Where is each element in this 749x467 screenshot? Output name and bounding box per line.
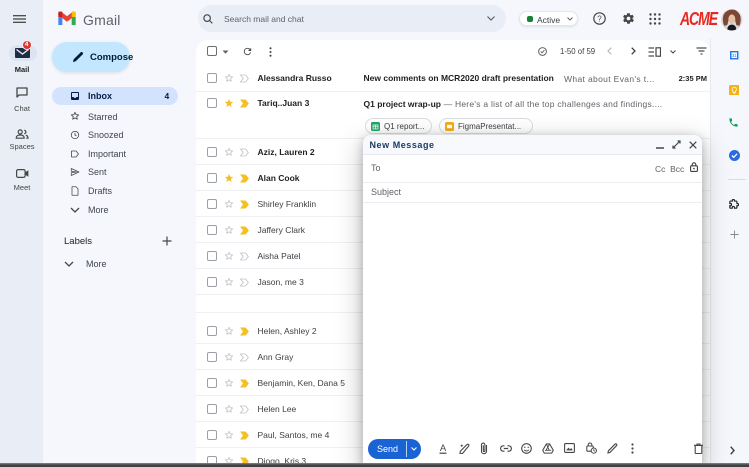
svg-text:31: 31 — [732, 53, 737, 58]
svg-text:A: A — [439, 443, 446, 454]
svg-text:?: ? — [597, 14, 602, 23]
